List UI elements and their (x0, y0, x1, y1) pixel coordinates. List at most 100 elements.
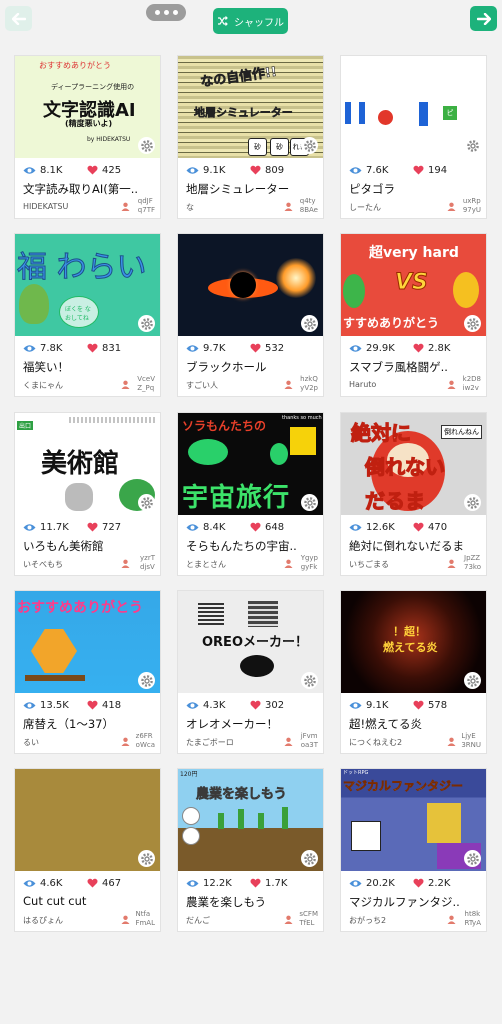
project-thumbnail[interactable]: 出口 美術館 (15, 413, 160, 515)
settings-gear-button[interactable] (138, 137, 155, 154)
settings-gear-button[interactable] (464, 672, 481, 689)
user-icon (447, 559, 456, 568)
like-count: 2.2K (428, 878, 451, 889)
settings-gear-button[interactable] (138, 315, 155, 332)
heart-icon (87, 700, 98, 710)
project-title[interactable]: 福笑い！ (23, 359, 155, 375)
project-title[interactable]: 超!燃えてる炎 (349, 716, 481, 732)
shuffle-button[interactable]: シャッフル (213, 8, 288, 34)
project-title[interactable]: 文字読み取りAI(第一.. (23, 181, 155, 197)
author-name[interactable]: しーたん (349, 202, 381, 213)
user-icon (284, 559, 293, 568)
user-icon (284, 380, 293, 389)
settings-gear-button[interactable] (301, 137, 318, 154)
project-title[interactable]: 地層シミュレーター (186, 181, 318, 197)
settings-gear-button[interactable] (464, 494, 481, 511)
user-id-line: djsV (140, 563, 155, 571)
settings-gear-button[interactable] (301, 494, 318, 511)
view-count: 4.6K (40, 878, 63, 889)
settings-gear-button[interactable] (301, 315, 318, 332)
gear-icon (466, 674, 479, 687)
settings-gear-button[interactable] (301, 672, 318, 689)
project-thumbnail[interactable] (15, 769, 160, 871)
project-title[interactable]: 絶対に倒れないだるま (349, 538, 481, 554)
settings-gear-button[interactable] (138, 494, 155, 511)
project-title[interactable]: ピタゴラ (349, 181, 481, 197)
view-count: 29.9K (366, 343, 395, 354)
like-count: 809 (265, 165, 285, 176)
author-name[interactable]: くまにゃん (23, 380, 63, 391)
project-card[interactable]: 出口 美術館 11.7K 727 いろもん美術館 いそべもち yzrT djsV (15, 413, 160, 575)
more-menu-button[interactable] (146, 4, 186, 21)
user-id: LjyE 3RNU (461, 732, 481, 750)
project-card[interactable]: 絶対に 倒れない だるま 倒れんねん 12.6K 470 絶対に倒れないだるま … (341, 413, 486, 575)
project-card[interactable]: 4.6K 467 Cut cut cut はるぴょん Ntfa FmAL (15, 769, 160, 931)
next-button[interactable] (470, 6, 497, 31)
project-title[interactable]: オレオメーカー！ (186, 716, 318, 732)
project-stats: 29.9K 2.8K (349, 343, 450, 354)
author-name[interactable]: とまとさん (186, 559, 226, 570)
project-thumbnail[interactable] (178, 234, 323, 336)
project-title[interactable]: マジカルファンタジ.. (349, 894, 481, 910)
project-card[interactable]: 福 わらい ぼくを なおしてね 7.8K 831 福笑い！ くまにゃん VceV… (15, 234, 160, 396)
user-icon (121, 202, 130, 211)
project-thumbnail[interactable]: ！超！ 燃えてる炎 (341, 591, 486, 693)
project-thumbnail[interactable]: なの自信作!! 地層シミュレーター 砂 砂 れき (178, 56, 323, 158)
project-title[interactable]: Cut cut cut (23, 894, 155, 908)
author-name[interactable]: はるぴょん (23, 915, 63, 926)
project-card[interactable]: なの自信作!! 地層シミュレーター 砂 砂 れき 9.1K 809 地層シミュレ… (178, 56, 323, 218)
settings-gear-button[interactable] (138, 850, 155, 867)
eye-icon (349, 524, 362, 531)
back-button[interactable] (5, 6, 32, 31)
project-title[interactable]: 農業を楽しもう (186, 894, 318, 910)
project-title[interactable]: スマブラ風格闘ゲ.. (349, 359, 481, 375)
project-card[interactable]: OREOメーカー！ 4.3K 302 オレオメーカー！ たまごボーロ jFvm o… (178, 591, 323, 753)
author-name[interactable]: な (186, 202, 194, 213)
project-card[interactable]: おすすめありがとう ディープラーニング使用の 文字認識AI (精度悪いよ) by… (15, 56, 160, 218)
project-card[interactable]: ピ 7.6K 194 ピタゴラ しーたん uxRp 97yU (341, 56, 486, 218)
project-card[interactable]: ソラもんたちの thanks so much 宇宙旅行 8.4K 648 そらも… (178, 413, 323, 575)
thumb-text: ！超！ (393, 625, 426, 638)
settings-gear-button[interactable] (464, 850, 481, 867)
project-thumbnail[interactable]: ピ (341, 56, 486, 158)
project-thumbnail[interactable]: 120円 農業を楽しもう (178, 769, 323, 871)
project-card[interactable]: 9.7K 532 ブラックホール すごい人 hzkQ yV2p (178, 234, 323, 396)
author-name[interactable]: おがっち2 (349, 915, 386, 926)
author-name[interactable]: るい (23, 737, 39, 748)
project-thumbnail[interactable]: ソラもんたちの thanks so much 宇宙旅行 (178, 413, 323, 515)
author-name[interactable]: HIDEKATSU (23, 202, 68, 211)
project-thumbnail[interactable]: 絶対に 倒れない だるま 倒れんねん (341, 413, 486, 515)
project-thumbnail[interactable]: おすすめありがとう ディープラーニング使用の 文字認識AI (精度悪いよ) by… (15, 56, 160, 158)
author-name[interactable]: いそべもち (23, 559, 63, 570)
author-name[interactable]: たまごボーロ (186, 737, 234, 748)
project-card[interactable]: 超very hard VS すすめありがとう 29.9K 2.8K スマブラ風格… (341, 234, 486, 396)
settings-gear-button[interactable] (301, 850, 318, 867)
settings-gear-button[interactable] (138, 672, 155, 689)
like-count: 418 (102, 700, 122, 711)
project-title[interactable]: ブラックホール (186, 359, 318, 375)
project-title[interactable]: 席替え（1〜37） (23, 716, 155, 732)
project-title[interactable]: そらもんたちの宇宙.. (186, 538, 318, 554)
project-thumbnail[interactable]: 超very hard VS すすめありがとう (341, 234, 486, 336)
project-card[interactable]: ドットRPG マジカルファンタジー 20.2K 2.2K マジカルファンタジ..… (341, 769, 486, 931)
eye-icon (23, 167, 36, 174)
author-name[interactable]: すごい人 (186, 380, 218, 391)
author-name[interactable]: だんご (186, 915, 210, 926)
project-card[interactable]: 120円 農業を楽しもう 12.2K 1.7K 農業を楽しもう だんご sCFM… (178, 769, 323, 931)
settings-gear-button[interactable] (464, 137, 481, 154)
project-card[interactable]: おすすめありがとう 13.5K 418 席替え（1〜37） るい z6FR oWc… (15, 591, 160, 753)
gear-icon (140, 496, 153, 509)
settings-gear-button[interactable] (464, 315, 481, 332)
project-thumbnail[interactable]: ドットRPG マジカルファンタジー (341, 769, 486, 871)
project-thumbnail[interactable]: OREOメーカー！ (178, 591, 323, 693)
project-thumbnail[interactable]: おすすめありがとう (15, 591, 160, 693)
author-name[interactable]: につくねえむ2 (349, 737, 402, 748)
author-name[interactable]: いちごまる (349, 559, 389, 570)
like-count: 578 (428, 700, 448, 711)
dot-icon (154, 10, 160, 15)
project-card[interactable]: ！超！ 燃えてる炎 9.1K 578 超!燃えてる炎 につくねえむ2 LjyE 3… (341, 591, 486, 753)
author-name[interactable]: Haruto (349, 380, 376, 389)
project-thumbnail[interactable]: 福 わらい ぼくを なおしてね (15, 234, 160, 336)
thumb-text: 燃えてる炎 (383, 641, 438, 654)
project-title[interactable]: いろもん美術館 (23, 538, 155, 554)
